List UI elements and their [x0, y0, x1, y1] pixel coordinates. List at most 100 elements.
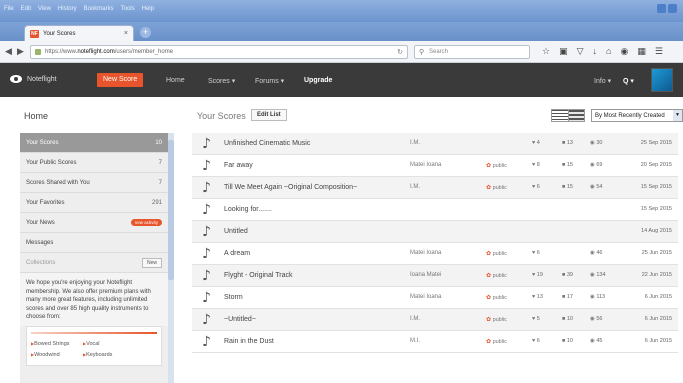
public-badge: ✿ public — [486, 250, 507, 257]
nav-home[interactable]: Home — [166, 77, 185, 84]
comments-count: ■ 15 — [562, 162, 573, 168]
score-title[interactable]: Flyght - Original Track — [224, 272, 292, 279]
site-search-icon[interactable]: Q ▾ — [623, 77, 634, 85]
public-icon: ✿ — [486, 185, 492, 191]
sidebar-item-your-favorites[interactable]: Your Favorites 291 — [20, 193, 168, 213]
table-row[interactable]: ♪ Looking for....... 15 Sep 2015 — [192, 199, 678, 221]
new-tab-icon[interactable]: + — [140, 27, 151, 38]
nav-scores[interactable]: Scores ▾ — [208, 77, 235, 85]
instrument-category-link[interactable]: Bowed Strings — [31, 341, 83, 347]
score-title[interactable]: Storm — [224, 294, 243, 301]
close-tab-icon[interactable]: × — [124, 30, 128, 37]
nav-forums[interactable]: Forums ▾ — [255, 77, 284, 85]
browser-search-input[interactable]: ⚲ Search — [414, 45, 530, 59]
score-title[interactable]: Untitled — [224, 228, 248, 235]
comment-icon: ■ — [562, 140, 566, 146]
likes-count: ♥ 13 — [532, 294, 543, 300]
extension-icon[interactable]: ▦ — [637, 46, 646, 57]
avatar[interactable] — [651, 68, 673, 92]
score-title[interactable]: Looking for....... — [224, 206, 272, 213]
sidebar-item-label: Collections — [26, 259, 56, 266]
menu-history[interactable]: History — [58, 6, 77, 12]
table-row[interactable]: ♪ ~Untitled~ I.M. ✿ public ♥ 5 ■ 10 ◉ 56 6 Jun … — [192, 309, 678, 331]
lock-icon — [35, 49, 41, 55]
score-title[interactable]: A dream — [224, 250, 250, 257]
sidebar-scroll-thumb[interactable] — [168, 140, 174, 280]
likes-value: 6 — [536, 338, 540, 344]
score-title[interactable]: Till We Meet Again ~Original Composition… — [224, 184, 357, 191]
likes-count: ♥ 19 — [532, 272, 543, 278]
nav-info[interactable]: Info ▾ — [594, 77, 611, 85]
instrument-category-link[interactable]: Vocal — [83, 341, 135, 347]
menu-view[interactable]: View — [38, 6, 51, 12]
likes-value: 6 — [536, 250, 540, 256]
navigation-toolbar: ◀ ▶ https://www.noteflight.com/users/mem… — [0, 41, 683, 63]
sidebar-item-collections[interactable]: Collections New — [20, 253, 168, 273]
menu-tools[interactable]: Tools — [121, 6, 135, 12]
comments-value: 10 — [566, 338, 573, 344]
detail-view-icon[interactable] — [568, 110, 584, 121]
score-composer: Matei Ioana — [410, 250, 442, 256]
forward-icon[interactable]: ▶ — [17, 46, 24, 57]
comments-value: 17 — [566, 294, 573, 300]
bookmark-star-icon[interactable]: ☆ — [542, 46, 550, 57]
sidebar-item-label: Your Favorites — [26, 199, 65, 206]
minimize-button[interactable] — [657, 4, 666, 13]
chat-icon[interactable]: ◉ — [620, 46, 628, 57]
table-row[interactable]: ♪ Far away Matei Ioana ✿ public ♥ 8 ■ 15 ◉ 69 2… — [192, 155, 678, 177]
table-row[interactable]: ♪ A dream Matei Ioana ✿ public ♥ 6 ◉ 46 25 Jun… — [192, 243, 678, 265]
score-date: 6 Jun 2015 — [644, 294, 672, 300]
table-row[interactable]: ♪ Untitled 14 Aug 2015 — [192, 221, 678, 243]
sidebar-item-your-scores[interactable]: Your Scores 10 — [20, 133, 168, 153]
score-date: 14 Aug 2015 — [641, 228, 672, 234]
maximize-button[interactable] — [668, 4, 677, 13]
home-icon[interactable]: ⌂ — [606, 46, 611, 57]
table-row[interactable]: ♪ Flyght - Original Track Ioana Matei ✿ pub… — [192, 265, 678, 287]
instrument-category-link[interactable]: Keyboards — [83, 352, 135, 358]
score-composer: Ioana Matei — [410, 272, 442, 278]
menu-help[interactable]: Help — [142, 6, 154, 12]
menu-bookmarks[interactable]: Bookmarks — [84, 6, 114, 12]
new-score-button[interactable]: New Score — [97, 73, 144, 87]
score-composer: I.M. — [410, 184, 420, 190]
table-row[interactable]: ♪ Unfinished Cinematic Music I.M. ♥ 4 ■ 13 ◉ … — [192, 133, 678, 155]
sidebar-item-your-public-scores[interactable]: Your Public Scores 7 — [20, 153, 168, 173]
reload-icon[interactable]: ↻ — [397, 46, 403, 59]
browser-tab[interactable]: NF Your Scores × — [24, 25, 134, 41]
view-toggle[interactable] — [551, 109, 585, 122]
heart-icon: ♥ — [532, 250, 536, 256]
score-title[interactable]: Far away — [224, 162, 253, 169]
menu-icon[interactable]: ☰ — [655, 46, 663, 57]
table-row[interactable]: ♪ Rain in the Dust M.I. ✿ public ♥ 6 ■ 10 ◉ 45… — [192, 331, 678, 353]
download-icon[interactable]: ↓ — [593, 46, 598, 57]
new-collection-button[interactable]: New — [141, 257, 162, 268]
edit-list-button[interactable]: Edit List — [251, 109, 287, 121]
score-title[interactable]: Rain in the Dust — [224, 338, 274, 345]
score-title[interactable]: ~Untitled~ — [224, 316, 256, 323]
sidebar-item-your-news[interactable]: Your News new activity — [20, 213, 168, 233]
sidebar-item-count: 7 — [158, 159, 162, 166]
public-icon: ✿ — [486, 273, 492, 279]
table-row[interactable]: ♪ Storm Matei Ioana ✿ public ♥ 13 ■ 17 ◉ 113 6 … — [192, 287, 678, 309]
list-view-icon[interactable] — [552, 110, 569, 121]
nav-upgrade[interactable]: Upgrade — [304, 77, 332, 84]
sidebar-item-scores-shared-with-you[interactable]: Scores Shared with You 7 — [20, 173, 168, 193]
score-title[interactable]: Unfinished Cinematic Music — [224, 140, 310, 147]
sort-select[interactable]: By Most Recently Created ▼ — [591, 109, 683, 122]
instrument-category-link[interactable]: Woodwind — [31, 352, 83, 358]
public-label: public — [492, 185, 507, 191]
menu-file[interactable]: File — [4, 6, 14, 12]
table-row[interactable]: ♪ Till We Meet Again ~Original Compositio… — [192, 177, 678, 199]
views-value: 56 — [596, 316, 603, 322]
likes-value: 19 — [536, 272, 543, 278]
url-bar[interactable]: https://www.noteflight.com/users/member_… — [30, 45, 408, 59]
music-note-icon: ♪ — [202, 158, 211, 174]
sidebar-item-messages[interactable]: Messages — [20, 233, 168, 253]
reading-list-icon[interactable]: ▣ — [559, 46, 568, 57]
menu-edit[interactable]: Edit — [21, 6, 31, 12]
score-date: 25 Sep 2015 — [640, 140, 672, 146]
noteflight-logo[interactable]: Noteflight — [10, 75, 57, 83]
pocket-icon[interactable]: ▽ — [577, 46, 584, 57]
back-icon[interactable]: ◀ — [5, 46, 12, 57]
heart-icon: ♥ — [532, 316, 536, 322]
